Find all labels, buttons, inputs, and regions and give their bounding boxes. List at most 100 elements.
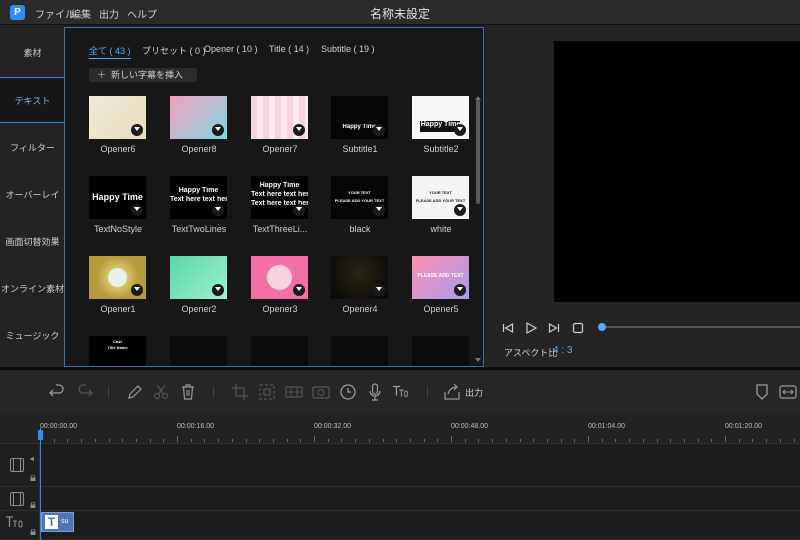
template-thumbnail-opener4[interactable] — [331, 256, 388, 299]
download-icon[interactable] — [454, 204, 466, 216]
template-thumbnail-placeholder[interactable]: Cast Title Name — [89, 336, 146, 366]
template-thumbnail-subtitle2[interactable]: Happy Time — [412, 96, 469, 139]
download-icon[interactable] — [131, 204, 143, 216]
sidebar-item-transition[interactable]: 画面切替効果 — [0, 219, 65, 265]
thumbnail-text: YOUR TEXT — [348, 190, 371, 195]
aspect-ratio-value[interactable]: 4 : 3 — [553, 345, 572, 356]
microphone-icon[interactable] — [365, 382, 385, 402]
download-icon[interactable] — [212, 284, 224, 296]
export-icon[interactable] — [442, 382, 462, 402]
download-icon[interactable] — [373, 124, 385, 136]
download-icon[interactable] — [293, 124, 305, 136]
template-thumbnail-textthreeli[interactable]: Happy Time Text here text here Text here t… — [251, 176, 308, 219]
marker-icon[interactable] — [752, 382, 772, 402]
text-to-speech-icon[interactable] — [391, 382, 411, 402]
template-thumbnail-white[interactable]: YOUR TEXT PLEASE ADD YOUR TEXT — [412, 176, 469, 219]
speaker-icon[interactable] — [30, 456, 36, 462]
thumbnail-text: Happy Time — [92, 192, 143, 202]
template-label: TextThreeLi... — [252, 224, 308, 234]
subtitle-clip-label: su — [61, 518, 69, 525]
stop-icon[interactable] — [572, 322, 584, 334]
screenshot-icon[interactable] — [311, 382, 331, 402]
text-track-header — [0, 511, 40, 539]
template-thumbnail-subtitle1[interactable]: Happy Time — [331, 96, 388, 139]
export-button[interactable]: 出力 — [465, 386, 483, 399]
sidebar-item-music[interactable]: ミュージック — [0, 313, 65, 359]
category-sidebar: 素材 テキスト フィルター オーバーレイ 画面切替効果 オンライン素材 ミュージ… — [0, 25, 65, 367]
playback-progress-track[interactable] — [602, 326, 800, 328]
template-thumbnail-opener2[interactable] — [170, 256, 227, 299]
previous-frame-icon[interactable] — [502, 322, 514, 334]
scroll-down-arrow[interactable] — [475, 358, 481, 362]
download-icon[interactable] — [212, 204, 224, 216]
thumbnail-text: PLEASE ADD YOUR TEXT — [334, 198, 385, 203]
template-thumbnail-opener1[interactable] — [89, 256, 146, 299]
template-thumbnail-opener3[interactable] — [251, 256, 308, 299]
lock-icon[interactable] — [30, 529, 36, 535]
tab-opener[interactable]: Opener ( 10 ) — [204, 44, 258, 54]
download-icon[interactable] — [373, 284, 385, 296]
pip-track-header — [0, 487, 40, 510]
menu-help[interactable]: ヘルプ — [127, 6, 157, 21]
download-icon[interactable] — [373, 204, 385, 216]
zoom-frame-icon[interactable] — [257, 382, 277, 402]
tab-title[interactable]: Title ( 14 ) — [269, 44, 309, 54]
sidebar-item-filter[interactable]: フィルター — [0, 125, 65, 171]
template-thumbnail-placeholder[interactable] — [412, 336, 469, 366]
menu-edit[interactable]: 編集 — [71, 6, 91, 21]
template-thumbnail-textnostyle[interactable]: Happy Time — [89, 176, 146, 219]
template-thumbnail-opener8[interactable] — [170, 96, 227, 139]
playhead-handle[interactable] — [38, 430, 43, 440]
download-icon[interactable] — [454, 124, 466, 136]
lock-icon[interactable] — [30, 475, 36, 481]
download-icon[interactable] — [131, 124, 143, 136]
tab-preset[interactable]: プリセット ( 0 ) — [142, 44, 206, 57]
play-icon[interactable] — [525, 322, 537, 334]
sidebar-item-text[interactable]: テキスト — [0, 77, 65, 123]
timeline-ruler[interactable]: 00:00:00.00 00:00:16.00 00:00:32.00 00:0… — [0, 414, 800, 444]
template-thumbnail-opener6[interactable] — [89, 96, 146, 139]
sidebar-item-media[interactable]: 素材 — [0, 30, 65, 76]
download-icon[interactable] — [293, 204, 305, 216]
next-frame-icon[interactable] — [548, 322, 560, 334]
crop-icon[interactable] — [230, 382, 250, 402]
trash-icon[interactable] — [178, 382, 198, 402]
template-thumbnail-black[interactable]: YOUR TEXT PLEASE ADD YOUR TEXT — [331, 176, 388, 219]
download-icon[interactable] — [454, 284, 466, 296]
toolbar-separator — [427, 386, 428, 398]
template-thumbnail-placeholder[interactable] — [251, 336, 308, 366]
download-icon[interactable] — [212, 124, 224, 136]
mosaic-icon[interactable] — [284, 382, 304, 402]
template-thumbnail-opener5[interactable]: PLEASE ADD TEXT — [412, 256, 469, 299]
subtitle-clip[interactable]: T su — [41, 512, 74, 532]
template-thumbnail-opener7[interactable] — [251, 96, 308, 139]
tab-subtitle[interactable]: Subtitle ( 19 ) — [321, 44, 375, 54]
sidebar-item-overlay[interactable]: オーバーレイ — [0, 172, 65, 218]
menu-file[interactable]: ファイル — [35, 6, 75, 21]
thumbnail-text: Title Name — [107, 345, 128, 350]
add-subtitle-button[interactable]: ＋ 新しい字幕を挿入 — [89, 68, 197, 82]
media-scrollbar[interactable] — [476, 100, 480, 204]
scissors-icon[interactable] — [151, 382, 171, 402]
playhead[interactable] — [40, 428, 41, 540]
speed-clock-icon[interactable] — [338, 382, 358, 402]
template-thumbnail-placeholder[interactable] — [170, 336, 227, 366]
video-track[interactable] — [0, 444, 800, 487]
text-track[interactable] — [0, 511, 800, 540]
lock-icon[interactable] — [30, 502, 36, 508]
tab-all[interactable]: 全て ( 43 ) — [89, 44, 131, 59]
sidebar-item-online-media[interactable]: オンライン素材 — [0, 266, 65, 312]
pencil-icon[interactable] — [125, 382, 145, 402]
redo-icon[interactable] — [75, 382, 95, 402]
pip-track[interactable] — [0, 487, 800, 511]
fit-timeline-icon[interactable] — [778, 382, 798, 402]
menu-export[interactable]: 出力 — [99, 6, 119, 21]
download-icon[interactable] — [131, 284, 143, 296]
template-thumbnail-texttwolines[interactable]: Happy Time Text here text here — [170, 176, 227, 219]
template-thumbnail-placeholder[interactable] — [331, 336, 388, 366]
video-track-header — [0, 444, 40, 486]
thumbnail-text: Cast — [113, 339, 122, 344]
download-icon[interactable] — [293, 284, 305, 296]
playback-progress-handle[interactable] — [598, 323, 606, 331]
undo-icon[interactable] — [47, 382, 67, 402]
